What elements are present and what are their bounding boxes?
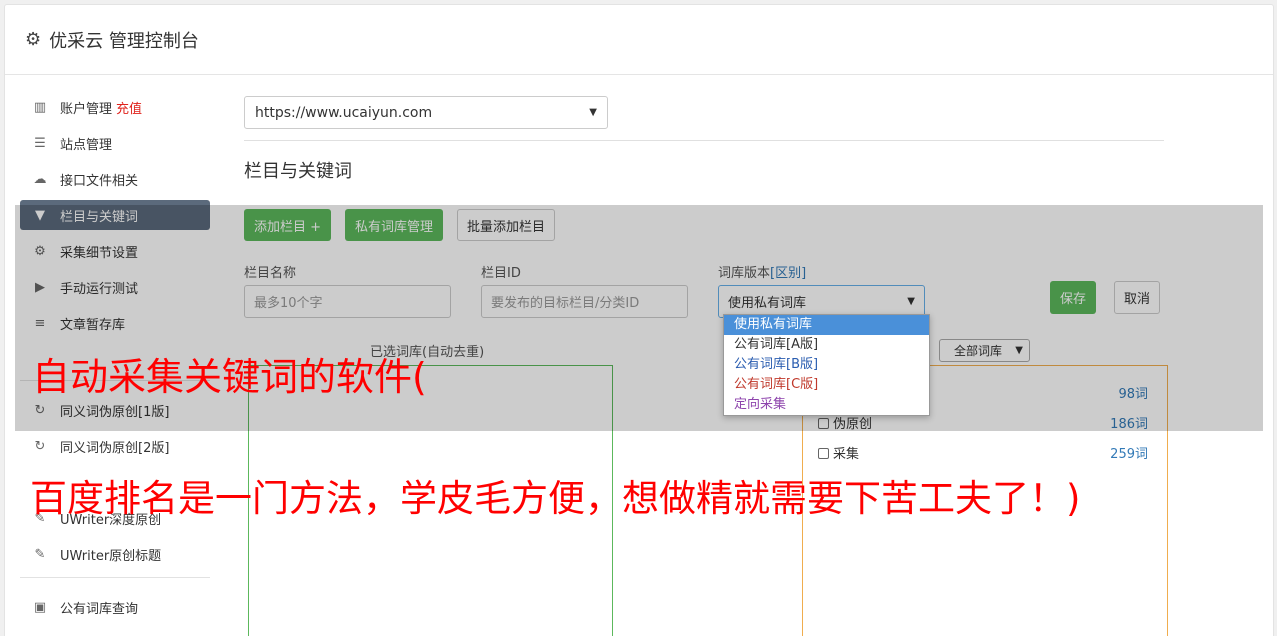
sidebar-item-sites[interactable]: ☰ 站点管理 [20, 128, 210, 158]
option-private-lib[interactable]: 使用私有词库 [724, 315, 929, 335]
lib-name: 伪原创 [833, 417, 873, 432]
lib-filter-value: 全部词库 [954, 344, 1003, 358]
bar-chart-icon: ▥ [33, 99, 47, 115]
sidebar-item-article-store[interactable]: ≡ 文章暂存库 [20, 308, 210, 338]
column-name-input[interactable]: 最多10个字 [244, 285, 451, 318]
sidebar-item-account[interactable]: ▥ 账户管理 充值 [20, 92, 210, 122]
cogs-icon: ⚙ [34, 243, 46, 259]
chevron-down-icon: ▼ [589, 107, 597, 118]
lib-version-label: 词库版本[区别] [718, 262, 925, 281]
cancel-button[interactable]: 取消 [1114, 281, 1161, 314]
sidebar-item-synonym-v2[interactable]: ↻ 同义词伪原创[2版] [20, 431, 210, 461]
sidebar-item-label: 手动运行测试 [60, 281, 139, 297]
section-title: 栏目与关键词 [244, 161, 352, 182]
chevron-down-icon: ▼ [907, 296, 915, 307]
column-form: 栏目名称 最多10个字 栏目ID 要发布的目标栏目/分类ID 词库版本[区别] … [244, 262, 955, 318]
action-buttons: 添加栏目 + 私有词库管理 批量添加栏目 [244, 209, 556, 241]
sidebar-item-uwriter-title[interactable]: ✎ UWriter原创标题 [20, 539, 210, 569]
watermark-line-2: 百度排名是一门方法，学皮毛方便，想做精就需要下苦工夫了！) [30, 477, 1081, 520]
sidebar-item-columns[interactable]: ▼ 栏目与关键词 [20, 200, 210, 230]
sidebar-item-interface[interactable]: ☁ 接口文件相关 [20, 164, 210, 194]
option-public-a[interactable]: 公有词库[A版] [724, 335, 929, 355]
column-id-field: 栏目ID 要发布的目标栏目/分类ID [481, 262, 688, 318]
sidebar-item-label: 公有词库查询 [60, 601, 139, 617]
sidebar-item-public-lib[interactable]: ▣ 公有词库查询 [20, 592, 210, 622]
refresh-icon: ↻ [34, 438, 46, 454]
private-lib-button[interactable]: 私有词库管理 [345, 209, 444, 241]
sidebar-divider [20, 577, 210, 578]
lib-version-label-text: 词库版本 [718, 266, 771, 281]
checkbox[interactable] [818, 418, 829, 429]
site-select-value: https://www.ucaiyun.com [255, 104, 433, 121]
server-icon: ☰ [34, 135, 46, 151]
sidebar-item-label: 同义词伪原创[1版] [60, 404, 170, 420]
sidebar-item-label: 站点管理 [60, 137, 113, 153]
sidebar-item-label: 同义词伪原创[2版] [60, 440, 170, 456]
divider [244, 140, 1164, 141]
lib-count: 259词 [1110, 447, 1148, 462]
page-title: 优采云 管理控制台 [49, 30, 199, 52]
book-icon: ▣ [33, 599, 47, 615]
watermark-line-1: 自动采集关键词的软件( [32, 355, 427, 399]
cloud-upload-icon: ☁ [33, 171, 47, 187]
lib-name-wrap: 采集 [818, 443, 859, 462]
sidebar-item-label: 接口文件相关 [60, 173, 139, 189]
option-targeted[interactable]: 定向采集 [724, 395, 929, 415]
main-content: https://www.ucaiyun.com ▼ 栏目与关键词 添加栏目 + … [244, 96, 1164, 318]
option-public-b[interactable]: 公有词库[B版] [724, 355, 929, 375]
database-icon: ≡ [34, 315, 46, 331]
sidebar-item-label: 文章暂存库 [60, 317, 126, 333]
column-name-label: 栏目名称 [244, 266, 297, 281]
column-id-input[interactable]: 要发布的目标栏目/分类ID [481, 285, 688, 318]
filter-icon: ▼ [35, 207, 45, 223]
option-public-c[interactable]: 公有词库[C版] [724, 375, 929, 395]
lib-version-value: 使用私有词库 [728, 296, 807, 311]
sidebar-item-label: 账户管理 [60, 101, 113, 117]
lib-count: 98词 [1118, 387, 1148, 402]
sidebar-item-label: 采集细节设置 [60, 245, 139, 261]
sidebar-item-label: 栏目与关键词 [60, 209, 139, 225]
lib-filter-select[interactable]: 全部词库 ▼ [939, 339, 1030, 362]
sidebar-item-label: UWriter原创标题 [60, 548, 162, 564]
page-header: ⚙ 优采云 管理控制台 [5, 5, 1273, 75]
sidebar-item-collect-settings[interactable]: ⚙ 采集细节设置 [20, 236, 210, 266]
lib-version-dropdown: 使用私有词库 公有词库[A版] 公有词库[B版] 公有词库[C版] 定向采集 [723, 314, 930, 416]
sidebar-item-manual-test[interactable]: ▶ 手动运行测试 [20, 272, 210, 302]
edit-icon: ✎ [34, 546, 46, 562]
recharge-link[interactable]: 充值 [116, 98, 142, 117]
difference-link[interactable]: [区别] [770, 266, 806, 281]
add-column-button[interactable]: 添加栏目 + [244, 209, 332, 241]
column-id-label: 栏目ID [481, 266, 521, 281]
lib-name: 采集 [833, 447, 860, 462]
lib-count: 186词 [1110, 417, 1148, 432]
chevron-down-icon: ▼ [1015, 345, 1023, 356]
save-button[interactable]: 保存 [1050, 281, 1097, 314]
site-select[interactable]: https://www.ucaiyun.com ▼ [244, 96, 608, 129]
checkbox[interactable] [818, 448, 829, 459]
gear-icon: ⚙ [25, 29, 42, 50]
play-icon: ▶ [35, 279, 45, 295]
column-name-field: 栏目名称 最多10个字 [244, 262, 451, 318]
batch-add-button[interactable]: 批量添加栏目 [457, 209, 556, 241]
lib-version-field: 词库版本[区别] 使用私有词库 ▼ [718, 262, 925, 318]
refresh-icon: ↻ [34, 402, 46, 418]
list-item[interactable]: 采集 259词 [818, 443, 1148, 462]
